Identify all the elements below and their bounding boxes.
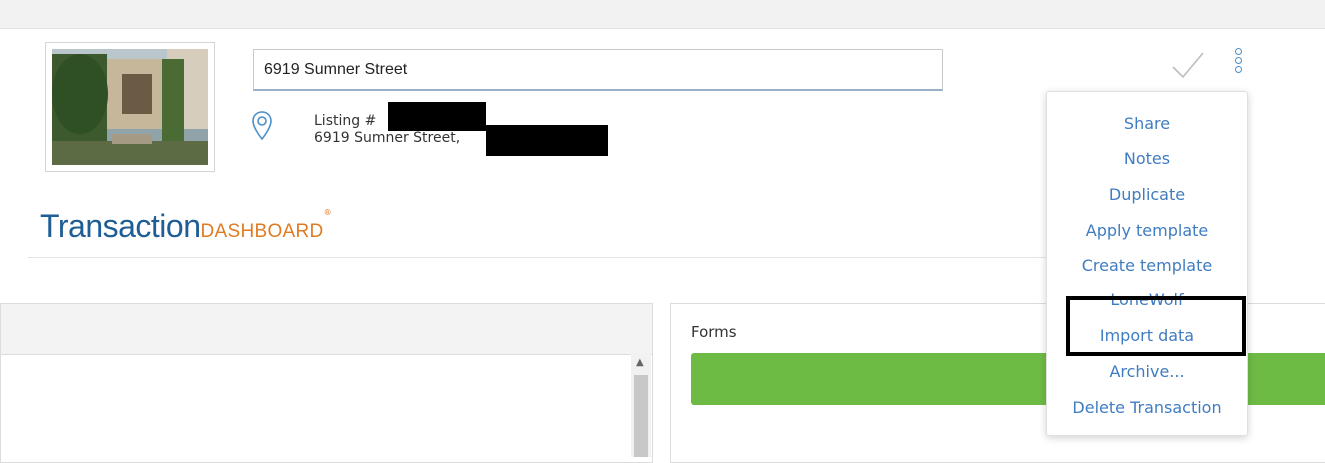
logo-main-text: Transaction — [40, 208, 201, 244]
transaction-name-input[interactable] — [253, 49, 943, 91]
menu-item-delete-transaction[interactable]: Delete Transaction — [1047, 398, 1247, 417]
logo-sub-text: DASHBOARD — [200, 221, 324, 242]
menu-item-share[interactable]: Share — [1047, 114, 1247, 133]
annotation-highlight-box — [1066, 296, 1246, 356]
menu-item-duplicate[interactable]: Duplicate — [1047, 185, 1247, 204]
scrollbar[interactable]: ▲ — [631, 353, 651, 457]
actions-menu: Share Notes Duplicate Apply template Cre… — [1046, 91, 1248, 436]
vertical-ellipsis-icon[interactable] — [1231, 48, 1245, 84]
map-pin-icon — [252, 111, 272, 141]
redaction-bar — [486, 125, 608, 156]
property-photo — [45, 42, 215, 172]
menu-item-apply-template[interactable]: Apply template — [1047, 221, 1247, 240]
listing-address: 6919 Sumner Street, — [314, 130, 461, 146]
top-bar — [0, 0, 1325, 29]
forms-panel-title: Forms — [691, 323, 737, 341]
redaction-bar — [388, 102, 486, 131]
logo-registered-mark: ® — [323, 208, 332, 217]
left-panel-header — [1, 304, 652, 355]
checkmark-icon[interactable] — [1171, 50, 1205, 80]
scroll-up-icon[interactable]: ▲ — [636, 357, 644, 368]
transaction-dashboard-logo: TransactionDASHBOARD ® — [40, 208, 332, 245]
menu-item-archive[interactable]: Archive... — [1047, 362, 1247, 381]
divider — [28, 257, 1048, 258]
menu-item-create-template[interactable]: Create template — [1047, 256, 1247, 275]
left-panel — [0, 303, 653, 463]
menu-item-notes[interactable]: Notes — [1047, 149, 1247, 168]
scrollbar-thumb[interactable] — [634, 375, 648, 457]
